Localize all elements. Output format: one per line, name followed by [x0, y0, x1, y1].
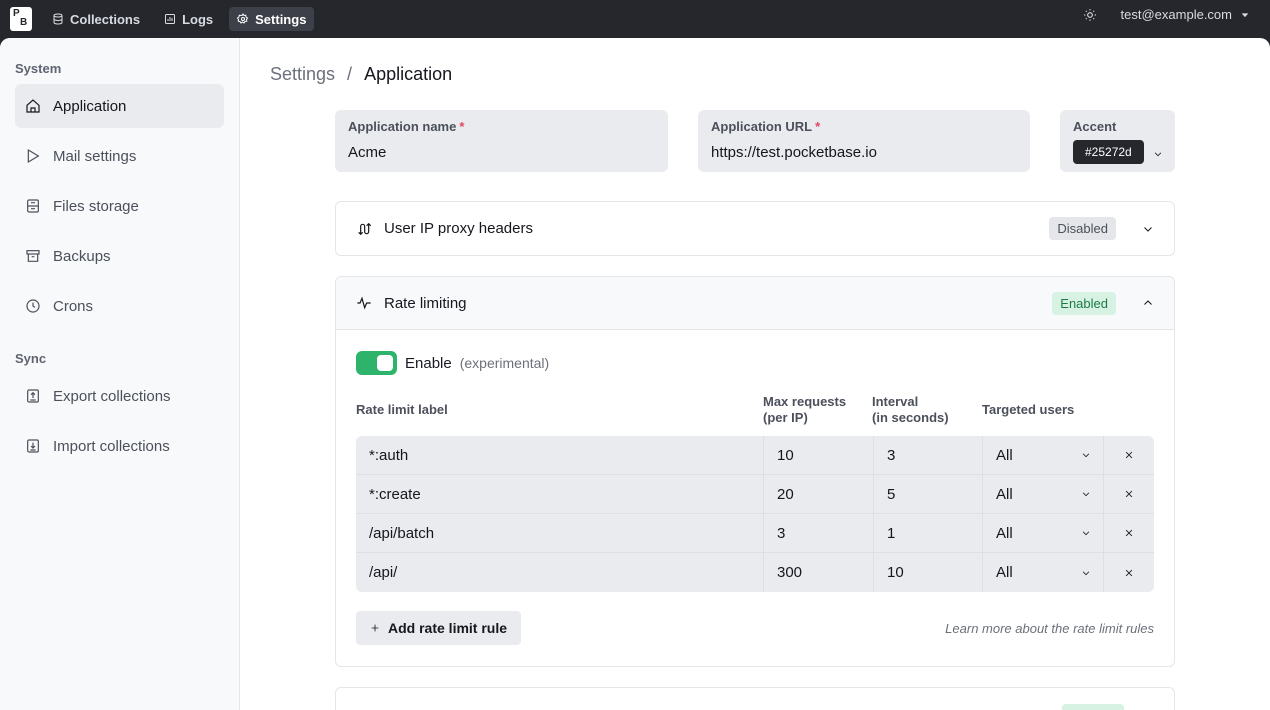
- nav-logs[interactable]: Logs: [156, 7, 221, 31]
- sidebar-group-sync: Sync: [15, 351, 47, 366]
- add-rate-limit-rule-button[interactable]: Add rate limit rule: [356, 611, 522, 645]
- enable-toggle[interactable]: [356, 351, 397, 375]
- sidebar-item-export[interactable]: Export collections: [15, 374, 224, 418]
- plus-icon: [371, 624, 379, 632]
- rule-label-input[interactable]: /api/batch: [356, 514, 764, 552]
- activity-icon: [357, 296, 371, 310]
- top-bar: P B Collections Logs Settings test@examp…: [0, 0, 1270, 38]
- sidebar-item-backups[interactable]: Backups: [15, 234, 224, 278]
- top-nav: Collections Logs Settings: [44, 7, 315, 31]
- top-right: test@example.com: [1083, 7, 1250, 22]
- rule-max-input[interactable]: 300: [764, 553, 874, 592]
- status-badge: [1062, 704, 1124, 710]
- breadcrumb: Settings / Application: [270, 64, 452, 85]
- send-icon: [27, 148, 40, 164]
- status-badge: Enabled: [1052, 291, 1116, 315]
- user-menu[interactable]: test@example.com: [1121, 7, 1250, 22]
- rule-label-input[interactable]: *:auth: [356, 436, 764, 474]
- rule-users-select[interactable]: All: [983, 436, 1104, 474]
- breadcrumb-settings[interactable]: Settings: [270, 64, 335, 85]
- rule-users-select[interactable]: All: [983, 553, 1104, 592]
- app-url-field[interactable]: Application URL * https://test.pocketbase…: [698, 110, 1030, 172]
- sidebar-item-crons[interactable]: Crons: [15, 284, 224, 328]
- sidebar-group-system: System: [15, 61, 62, 76]
- rule-interval-input[interactable]: 5: [874, 475, 983, 513]
- sidebar-item-import[interactable]: Import collections: [15, 424, 224, 468]
- sidebar-item-files[interactable]: Files storage: [15, 184, 224, 228]
- chevron-down-icon[interactable]: [1153, 146, 1163, 157]
- rule-max-input[interactable]: 10: [764, 436, 874, 474]
- close-icon: [1125, 490, 1133, 498]
- rate-limit-rules: *:auth 10 3 All *:create 20 5 All /api/b…: [356, 436, 1154, 592]
- rate-limiting-panel: Rate limiting Enabled Enable (experiment…: [335, 276, 1175, 667]
- remove-rule-button[interactable]: [1104, 475, 1154, 513]
- chevron-down-icon[interactable]: [1142, 223, 1154, 235]
- sidebar-item-mail[interactable]: Mail settings: [15, 134, 224, 178]
- database-icon: [53, 13, 63, 25]
- close-icon: [1125, 451, 1133, 459]
- chevron-down-icon: [1082, 570, 1090, 575]
- swap-icon: [358, 222, 372, 235]
- table-row: /api/batch 3 1 All: [356, 514, 1154, 553]
- clock-icon: [26, 299, 40, 313]
- rule-label-input[interactable]: *:create: [356, 475, 764, 513]
- page-title: Application: [364, 64, 453, 84]
- sun-icon[interactable]: [1083, 8, 1097, 22]
- table-row: /api/ 300 10 All: [356, 553, 1154, 592]
- chart-icon: [165, 14, 176, 24]
- chevron-down-icon: [1082, 492, 1090, 497]
- proxy-headers-panel: User IP proxy headers Disabled: [335, 201, 1175, 256]
- export-icon: [27, 389, 39, 403]
- rule-users-select[interactable]: All: [983, 475, 1104, 513]
- col-max-header: Max requests (per IP): [763, 394, 847, 425]
- chevron-up-icon[interactable]: [1142, 297, 1154, 309]
- enable-row: Enable (experimental): [356, 351, 549, 375]
- accent-value[interactable]: #25272d: [1073, 140, 1144, 164]
- chevron-down-icon: [1082, 531, 1090, 536]
- table-row: *:auth 10 3 All: [356, 436, 1154, 475]
- breadcrumb-separator: /: [347, 64, 353, 84]
- close-icon: [1125, 569, 1133, 576]
- rule-interval-input[interactable]: 10: [874, 553, 983, 592]
- gear-icon: [237, 13, 249, 24]
- proxy-headers-header[interactable]: User IP proxy headers Disabled: [336, 202, 1174, 255]
- learn-more-link[interactable]: Learn more about the rate limit rules: [945, 621, 1154, 636]
- pocketbase-logo[interactable]: P B: [10, 7, 32, 31]
- rule-max-input[interactable]: 20: [764, 475, 874, 513]
- rule-interval-input[interactable]: 3: [874, 436, 983, 474]
- col-users-header: Targeted users: [982, 402, 1075, 417]
- caret-down-icon: [1241, 12, 1249, 17]
- table-row: *:create 20 5 All: [356, 475, 1154, 514]
- import-icon: [27, 439, 39, 453]
- chevron-down-icon: [1082, 453, 1090, 458]
- nav-settings[interactable]: Settings: [229, 7, 315, 31]
- remove-rule-button[interactable]: [1104, 553, 1154, 592]
- rate-limiting-header[interactable]: Rate limiting Enabled: [336, 277, 1174, 330]
- col-label-header: Rate limit label: [356, 402, 448, 417]
- app-name-field[interactable]: Application name * Acme: [335, 110, 668, 172]
- app-name-input[interactable]: Acme: [348, 144, 655, 161]
- sidebar-item-application[interactable]: Application: [15, 84, 224, 128]
- remove-rule-button[interactable]: [1104, 514, 1154, 552]
- accent-field[interactable]: Accent #25272d: [1060, 110, 1175, 172]
- home-icon: [26, 99, 40, 113]
- remove-rule-button[interactable]: [1104, 436, 1154, 474]
- user-email: test@example.com: [1120, 7, 1232, 22]
- rule-users-select[interactable]: All: [983, 514, 1104, 552]
- main-shell: System Application Mail settings Files s…: [0, 38, 1270, 710]
- nav-collections[interactable]: Collections: [44, 7, 148, 31]
- status-badge: Disabled: [1049, 217, 1116, 240]
- sidebar: System Application Mail settings Files s…: [0, 38, 240, 710]
- col-interval-header: Interval (in seconds): [872, 394, 949, 425]
- rule-max-input[interactable]: 3: [764, 514, 874, 552]
- archive-icon: [26, 250, 40, 262]
- file-icon: [27, 199, 39, 213]
- next-panel: [335, 687, 1175, 710]
- rule-interval-input[interactable]: 1: [874, 514, 983, 552]
- app-url-input[interactable]: https://test.pocketbase.io: [711, 144, 1017, 161]
- close-icon: [1125, 529, 1133, 537]
- rule-label-input[interactable]: /api/: [356, 553, 764, 592]
